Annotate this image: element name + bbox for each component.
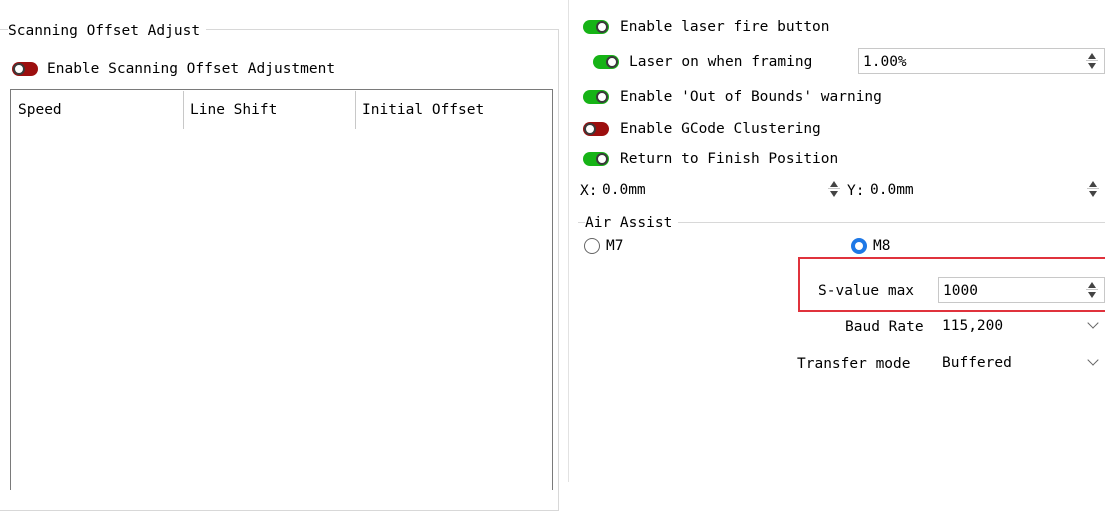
column-header-speed[interactable]: Speed bbox=[18, 101, 62, 119]
column-header-line-shift[interactable]: Line Shift bbox=[190, 101, 277, 119]
return-finish-toggle[interactable] bbox=[583, 152, 609, 166]
spinner-icon[interactable] bbox=[1087, 180, 1099, 198]
panel-divider bbox=[568, 0, 569, 482]
enable-laser-fire-toggle[interactable] bbox=[583, 20, 609, 34]
radio-m8[interactable] bbox=[851, 238, 867, 254]
baud-rate-select[interactable]: 115,200 bbox=[938, 313, 1105, 339]
enable-laser-fire-label: Enable laser fire button bbox=[620, 19, 830, 35]
transfer-mode-value: Buffered bbox=[942, 355, 1012, 371]
air-assist-title: Air Assist bbox=[585, 214, 679, 232]
x-label: X: bbox=[580, 183, 598, 199]
laser-on-framing-toggle[interactable] bbox=[593, 55, 619, 69]
spinner-icon[interactable] bbox=[1086, 281, 1098, 299]
s-value-label: S-value max bbox=[818, 283, 915, 299]
enable-scanning-offset-label: Enable Scanning Offset Adjustment bbox=[47, 61, 336, 77]
radio-m7-label: M7 bbox=[606, 238, 624, 254]
y-position-field[interactable]: 0.0mm bbox=[866, 177, 1105, 203]
gcode-clustering-label: Enable GCode Clustering bbox=[620, 121, 821, 137]
y-position-value: 0.0mm bbox=[870, 182, 914, 198]
column-divider bbox=[183, 91, 184, 129]
spinner-icon[interactable] bbox=[1086, 52, 1098, 70]
column-divider bbox=[355, 91, 356, 129]
radio-m7[interactable] bbox=[584, 238, 600, 254]
transfer-mode-select[interactable]: Buffered bbox=[938, 350, 1105, 376]
radio-m8-label: M8 bbox=[873, 238, 891, 254]
out-of-bounds-label: Enable 'Out of Bounds' warning bbox=[620, 89, 882, 105]
s-value-field[interactable]: 1000 bbox=[938, 277, 1105, 303]
column-header-initial-offset[interactable]: Initial Offset bbox=[362, 101, 484, 119]
scanning-offset-title: Scanning Offset Adjust bbox=[8, 22, 207, 40]
laser-framing-power-field[interactable]: 1.00% bbox=[858, 48, 1105, 74]
return-finish-label: Return to Finish Position bbox=[620, 151, 839, 167]
baud-rate-label: Baud Rate bbox=[845, 319, 924, 335]
laser-on-framing-label: Laser on when framing bbox=[629, 54, 813, 70]
chevron-down-icon bbox=[1087, 317, 1099, 329]
laser-framing-power-value: 1.00% bbox=[863, 54, 907, 70]
baud-rate-value: 115,200 bbox=[942, 318, 1004, 334]
gcode-clustering-toggle[interactable] bbox=[583, 122, 609, 136]
chevron-down-icon bbox=[1087, 354, 1099, 366]
out-of-bounds-toggle[interactable] bbox=[583, 90, 609, 104]
offset-table[interactable] bbox=[10, 89, 553, 490]
enable-scanning-offset-toggle[interactable] bbox=[12, 62, 38, 76]
x-position-value: 0.0mm bbox=[602, 182, 646, 198]
y-label: Y: bbox=[847, 183, 865, 199]
spinner-icon[interactable] bbox=[828, 180, 840, 198]
transfer-mode-label: Transfer mode bbox=[797, 356, 911, 372]
s-value-value: 1000 bbox=[943, 283, 978, 299]
x-position-field[interactable]: 0.0mm bbox=[598, 177, 844, 203]
